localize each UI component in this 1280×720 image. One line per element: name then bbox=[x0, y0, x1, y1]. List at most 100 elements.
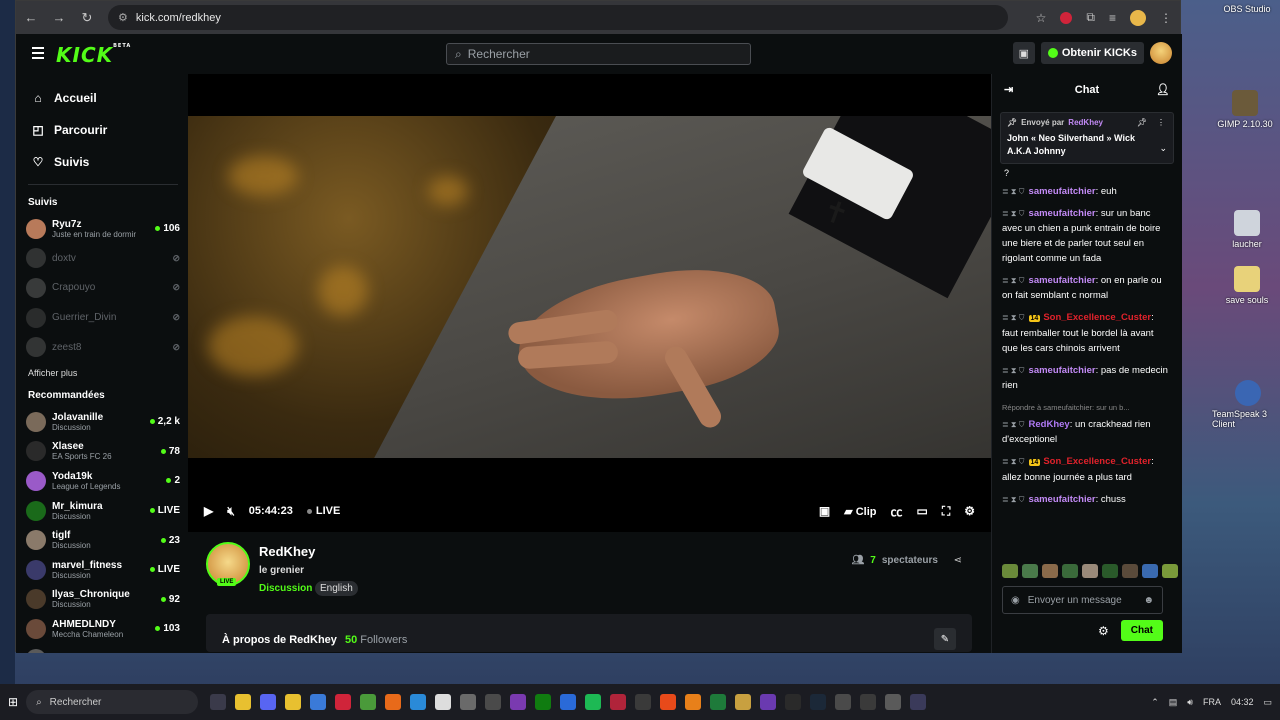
chat-message[interactable]: ≣ ⧗ ⛉ 14 Son_Excellence_Custer: faut remba… bbox=[1002, 310, 1172, 356]
profile-avatar-icon[interactable] bbox=[1130, 9, 1146, 26]
reading-list-icon[interactable]: ≡ bbox=[1109, 11, 1116, 25]
unpin-icon[interactable]: 📌︎ bbox=[1137, 118, 1147, 127]
clip-button[interactable]: ▰ Clip bbox=[844, 505, 876, 518]
chrome-icon[interactable] bbox=[360, 694, 377, 710]
app-icon[interactable] bbox=[860, 694, 877, 710]
task-view-icon[interactable] bbox=[210, 694, 227, 710]
emote-icon[interactable] bbox=[1122, 564, 1138, 578]
url-bar[interactable]: ⚙ kick.com/redkhey bbox=[108, 5, 1008, 30]
obs-icon[interactable] bbox=[485, 694, 502, 710]
save-souls-desktop-icon[interactable]: save souls bbox=[1212, 266, 1280, 305]
emote-icon[interactable] bbox=[1102, 564, 1118, 578]
reload-icon[interactable]: ↻ bbox=[80, 10, 94, 26]
sidebar-item-home[interactable]: ⌂ Accueil bbox=[32, 82, 188, 114]
chat-message-input[interactable]: ◉ Envoyer un message ☻ bbox=[1002, 586, 1163, 614]
firefox-icon[interactable] bbox=[385, 694, 402, 710]
sidebar-channel[interactable]: doxtv ⊘ bbox=[16, 244, 188, 274]
emote-icon[interactable] bbox=[1042, 564, 1058, 578]
captions-icon[interactable]: ㏄ bbox=[890, 503, 902, 520]
extensions-puzzle-icon[interactable]: ⧉ bbox=[1086, 10, 1095, 25]
windows-start-icon[interactable]: ⊞ bbox=[8, 695, 18, 709]
chat-settings-gear-icon[interactable]: ⚙ bbox=[1098, 624, 1109, 638]
sidebar-channel[interactable]: Crapouyo ⊘ bbox=[16, 273, 188, 303]
file-explorer-icon[interactable] bbox=[235, 694, 252, 710]
app-icon[interactable] bbox=[735, 694, 752, 710]
app-icon[interactable] bbox=[910, 694, 927, 710]
chat-username[interactable]: sameufaitchier bbox=[1029, 365, 1096, 376]
play-icon[interactable]: ▶ bbox=[204, 504, 213, 518]
folder-icon[interactable] bbox=[285, 694, 302, 710]
input-language[interactable]: FRA bbox=[1203, 697, 1221, 707]
vlc-icon[interactable] bbox=[685, 694, 702, 710]
chat-message[interactable]: ≣ ⧗ ⛉ sameufaitchier: sur un banc avec un… bbox=[1002, 206, 1172, 266]
user-avatar[interactable] bbox=[1150, 42, 1172, 64]
sidebar-channel[interactable]: Mr_kimura Discussion LIVE bbox=[16, 496, 188, 526]
excel-icon[interactable] bbox=[710, 694, 727, 710]
menu-hamburger-icon[interactable] bbox=[32, 47, 44, 62]
chat-message[interactable]: ≣ ⧗ ⛉ 14 Son_Excellence_Custer: allez bonn… bbox=[1002, 454, 1172, 485]
app-icon[interactable] bbox=[635, 694, 652, 710]
sidebar-channel[interactable]: tiglf Discussion 23 bbox=[16, 525, 188, 555]
search-input[interactable]: ⌕ Rechercher bbox=[446, 43, 751, 65]
back-icon[interactable]: ← bbox=[24, 10, 38, 25]
chevron-down-icon[interactable]: ⌄ bbox=[1159, 143, 1167, 154]
stream-category[interactable]: Discussion bbox=[259, 583, 312, 594]
app-icon[interactable] bbox=[835, 694, 852, 710]
chat-message[interactable]: Répondre à sameufaitchier: sur un b... ≣ … bbox=[1002, 400, 1172, 447]
app-icon[interactable] bbox=[335, 694, 352, 710]
video-player[interactable]: ✝ ▶ 🔇︎ 05:44:23 LIVE ▣ ▰ Clip ㏄ ▭ ⛶ ⚙ bbox=[188, 74, 991, 532]
emote-icon[interactable] bbox=[1002, 564, 1018, 578]
emote-icon[interactable] bbox=[1022, 564, 1038, 578]
emote-icon[interactable] bbox=[1082, 564, 1098, 578]
mute-icon[interactable]: 🔇︎ bbox=[227, 504, 235, 519]
gimp-desktop-icon[interactable]: GIMP 2.10.30 bbox=[1210, 90, 1280, 129]
miniplayer-icon[interactable]: ▣ bbox=[819, 504, 830, 518]
xbox-icon[interactable] bbox=[535, 694, 552, 710]
sidebar-channel[interactable]: Ilyas_Chronique Discussion 92 bbox=[16, 585, 188, 615]
browser-menu-icon[interactable]: ⋮ bbox=[1160, 11, 1172, 25]
spotify-icon[interactable] bbox=[585, 694, 602, 710]
chat-username[interactable]: Son_Excellence_Custer bbox=[1043, 456, 1151, 467]
tray-chevron-icon[interactable]: ⌃ bbox=[1151, 697, 1159, 708]
volume-icon[interactable]: 🔊︎ bbox=[1187, 697, 1193, 708]
discord-icon[interactable] bbox=[260, 694, 277, 710]
sidebar-channel[interactable]: Jolavanille Discussion 2,2 k bbox=[16, 407, 188, 437]
bookmark-star-icon[interactable]: ☆ bbox=[1036, 11, 1047, 25]
taskbar-search[interactable]: ⌕ Rechercher bbox=[26, 690, 199, 714]
app-icon[interactable] bbox=[610, 694, 627, 710]
pinned-menu-icon[interactable]: ⋮ bbox=[1157, 118, 1165, 127]
app-icon[interactable] bbox=[660, 694, 677, 710]
app-icon[interactable] bbox=[760, 694, 777, 710]
sidebar-channel[interactable]: Xlasee EA Sports FC 26 78 bbox=[16, 437, 188, 467]
emote-icon[interactable] bbox=[1162, 564, 1178, 578]
chat-users-icon[interactable]: 👤︎ bbox=[1156, 83, 1170, 96]
sidebar-channel[interactable]: JustinBarretteTV286 bbox=[16, 644, 188, 653]
sidebar-item-following[interactable]: ♡ Suivis bbox=[32, 146, 188, 178]
app-icon[interactable] bbox=[435, 694, 452, 710]
kick-logo[interactable]: KICKBETA bbox=[56, 43, 131, 67]
app-icon[interactable] bbox=[785, 694, 802, 710]
chat-identity-icon[interactable]: ◉ bbox=[1011, 595, 1020, 606]
forward-icon[interactable]: → bbox=[52, 10, 66, 25]
chat-username[interactable]: sameufaitchier bbox=[1029, 186, 1096, 197]
emote-icon[interactable] bbox=[1142, 564, 1158, 578]
sidebar-channel[interactable]: Ryu7z Juste en train de dormir 106 bbox=[16, 214, 188, 244]
pinned-message[interactable]: 📌︎ Envoyé par RedKhey John « Neo Silverh… bbox=[1000, 112, 1174, 164]
sidebar-channel[interactable]: Guerrier_Divin ⊘ bbox=[16, 303, 188, 333]
show-more-link[interactable]: Afficher plus bbox=[16, 362, 188, 384]
app-icon[interactable] bbox=[310, 694, 327, 710]
channel-name[interactable]: RedKhey bbox=[259, 544, 315, 559]
chat-message[interactable]: ≣ ⧗ ⛉ sameufaitchier: chuss bbox=[1002, 492, 1172, 507]
steam-icon[interactable] bbox=[810, 694, 827, 710]
laucher-desktop-icon[interactable]: laucher bbox=[1212, 210, 1280, 249]
sidebar-channel[interactable]: Yoda19k League of Legends 2 bbox=[16, 466, 188, 496]
sidebar-channel[interactable]: marvel_fitness Discussion LIVE bbox=[16, 555, 188, 585]
live-indicator[interactable]: LIVE bbox=[306, 505, 340, 517]
app-icon[interactable] bbox=[560, 694, 577, 710]
chat-message[interactable]: ≣ ⧗ ⛉ sameufaitchier: pas de medecin rien bbox=[1002, 363, 1172, 393]
chat-username[interactable]: sameufaitchier bbox=[1029, 208, 1096, 219]
emote-icon[interactable] bbox=[1062, 564, 1078, 578]
network-icon[interactable]: ▤ bbox=[1169, 697, 1178, 708]
sidebar-channel[interactable]: zeest8 ⊘ bbox=[16, 332, 188, 362]
language-tag[interactable]: English bbox=[315, 581, 358, 596]
